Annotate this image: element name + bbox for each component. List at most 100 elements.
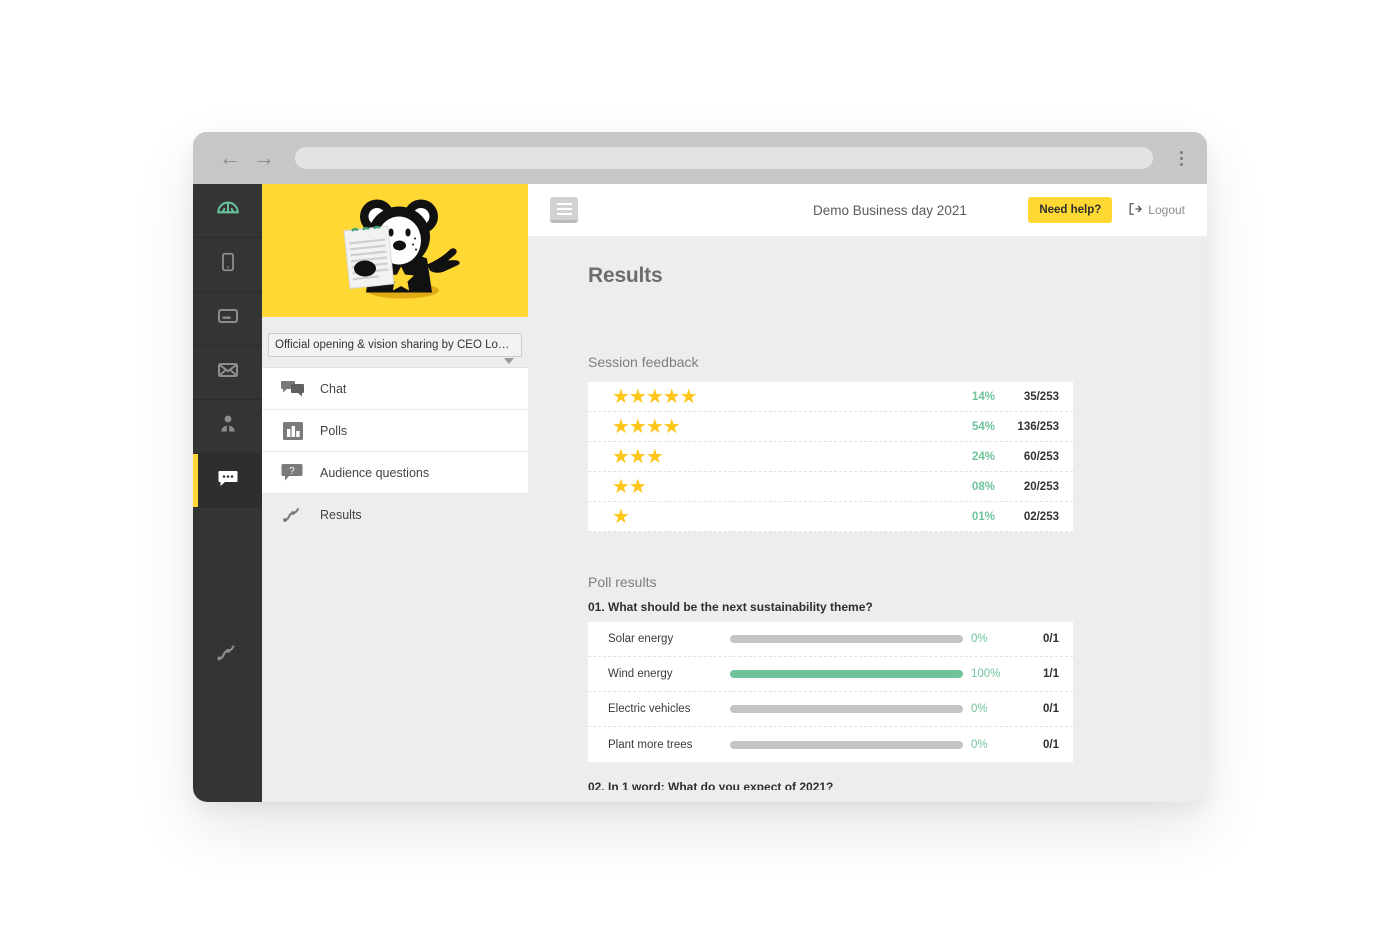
star-rating: ★★★★ (612, 415, 681, 438)
poll-percent: 100% (971, 668, 1001, 680)
table-row: ★★ 08% 20/253 (588, 472, 1073, 502)
table-row: ★★★ 24% 60/253 (588, 442, 1073, 472)
content-scroll[interactable]: Results Session feedback ★★★★★ 14% 35/25… (528, 236, 1207, 802)
top-bar: Demo Business day 2021 Need help? Logout (528, 184, 1207, 236)
poll-count: 1/1 (1043, 668, 1059, 680)
feedback-percent: 14% (971, 390, 995, 403)
rail-item-badges[interactable] (193, 292, 262, 346)
table-row: ★ 01% 02/253 (588, 502, 1073, 532)
envelope-icon (216, 358, 240, 387)
star-rating: ★★★★★ (612, 385, 698, 408)
poll-option-label: Electric vehicles (608, 703, 691, 715)
poll-percent: 0% (971, 738, 988, 751)
page-title: Results (588, 264, 663, 287)
menu-item-label: Polls (320, 423, 348, 438)
logout-icon (1128, 202, 1143, 219)
poll-bar-track (730, 670, 963, 678)
table-row: Wind energy 100% 1/1 (588, 657, 1073, 692)
results-line-icon (280, 502, 306, 528)
logout-button[interactable]: Logout (1128, 202, 1185, 219)
mascot-bear-illustration (329, 188, 461, 313)
feedback-count: 02/253 (1023, 510, 1059, 523)
menu-item-chat[interactable]: Chat (262, 368, 528, 410)
poll-percent: 0% (971, 633, 988, 645)
poll-percent: 0% (971, 703, 988, 715)
poll-option-label: Plant more trees (608, 738, 693, 751)
poll-bar-track (730, 740, 963, 749)
chevron-down-icon[interactable] (504, 358, 514, 364)
svg-text:?: ? (289, 466, 295, 477)
forward-arrow-icon[interactable]: → (247, 141, 281, 175)
feedback-percent: 54% (971, 420, 995, 433)
poll-results-card: Solar energy 0% 0/1 Wind energy 100% 1/1… (588, 622, 1073, 762)
poll-bar-fill (730, 670, 963, 678)
feedback-count: 60/253 (1023, 450, 1059, 463)
panel-hero (262, 184, 528, 317)
poll-bar-track (730, 635, 963, 643)
star-rating: ★★★ (612, 445, 664, 468)
app-body: Official opening & vision sharing by CEO… (193, 184, 1207, 802)
event-title: Demo Business day 2021 (813, 202, 967, 218)
table-row: Plant more trees 0% 0/1 (588, 727, 1073, 762)
poll-question: 01. What should be the next sustainabili… (588, 600, 873, 614)
url-input[interactable] (295, 147, 1153, 169)
star-rating: ★★ (612, 475, 647, 498)
rail-item-mobile[interactable] (193, 238, 262, 292)
main-column: Demo Business day 2021 Need help? Logout (528, 184, 1207, 802)
session-feedback-card: ★★★★★ 14% 35/253 ★★★★ 54% 136/253 ★★★ 24… (588, 382, 1073, 532)
feedback-percent: 08% (971, 480, 995, 493)
poll-count: 0/1 (1043, 703, 1059, 715)
rail-item-mail[interactable] (193, 346, 262, 400)
menu-item-polls[interactable]: Polls (262, 410, 528, 452)
panel-menu: Chat Polls ? Audience questions Results (262, 367, 528, 536)
table-row: Solar energy 0% 0/1 (588, 622, 1073, 657)
results-line-icon (215, 640, 241, 671)
rail-item-interaction[interactable] (193, 454, 262, 508)
back-arrow-icon[interactable]: ← (213, 141, 247, 175)
menu-item-label: Chat (320, 381, 347, 396)
bar-chart-icon (280, 418, 306, 444)
browser-window: ← → Official opening & vision sharing by… (193, 132, 1207, 802)
session-select[interactable]: Official opening & vision sharing by CEO… (268, 333, 522, 357)
rail-item-results[interactable] (193, 508, 262, 802)
logout-label: Logout (1148, 203, 1185, 217)
icon-rail (193, 184, 262, 802)
feedback-count: 136/253 (1017, 420, 1059, 433)
rail-item-speakers[interactable] (193, 400, 262, 454)
next-poll-question: 02. In 1 word: What do you expect of 202… (588, 780, 834, 790)
table-row: ★★★★★ 14% 35/253 (588, 382, 1073, 412)
poll-option-label: Solar energy (608, 633, 674, 645)
rail-item-dashboard[interactable] (193, 184, 262, 238)
menu-item-results[interactable]: Results (262, 494, 528, 536)
feedback-count: 35/253 (1023, 390, 1059, 403)
feedback-count: 20/253 (1023, 480, 1059, 493)
poll-count: 0/1 (1043, 738, 1059, 751)
feedback-percent: 01% (971, 510, 995, 523)
poll-option-label: Wind energy (608, 668, 673, 680)
menu-item-label: Audience questions (320, 465, 430, 480)
poll-results-label: Poll results (588, 574, 657, 590)
mobile-device-icon (217, 251, 239, 278)
question-bubble-icon: ? (280, 460, 306, 486)
need-help-button[interactable]: Need help? (1028, 197, 1113, 223)
card-icon (216, 304, 240, 333)
session-selector-wrap: Official opening & vision sharing by CEO… (268, 333, 522, 364)
kebab-menu-icon[interactable] (1171, 144, 1191, 172)
chat-bubbles-icon (280, 376, 306, 402)
table-row: ★★★★ 54% 136/253 (588, 412, 1073, 442)
topbar-actions: Need help? Logout (1028, 197, 1185, 223)
chat-bubble-icon (216, 466, 240, 495)
menu-item-audience-questions[interactable]: ? Audience questions (262, 452, 528, 494)
poll-bar-track (730, 705, 963, 713)
star-rating: ★ (612, 505, 630, 528)
feedback-percent: 24% (971, 450, 995, 463)
hamburger-menu-icon[interactable] (550, 197, 578, 223)
session-panel: Official opening & vision sharing by CEO… (262, 184, 528, 802)
table-row: Electric vehicles 0% 0/1 (588, 692, 1073, 727)
session-feedback-label: Session feedback (588, 354, 699, 370)
poll-count: 0/1 (1043, 633, 1059, 645)
menu-item-label: Results (320, 507, 362, 522)
speaker-person-icon (216, 412, 240, 441)
browser-chrome: ← → (193, 132, 1207, 184)
dashboard-gauge-icon (215, 195, 241, 226)
